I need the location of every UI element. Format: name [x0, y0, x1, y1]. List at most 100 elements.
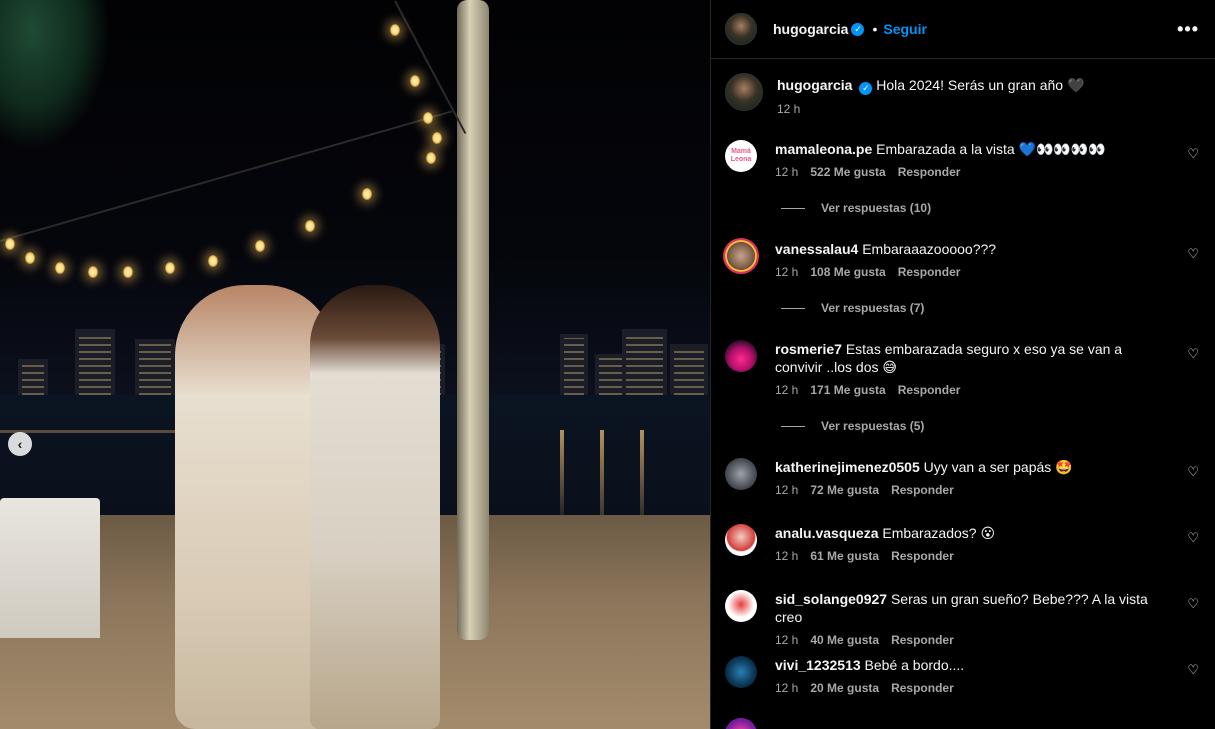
reply-button[interactable]: Responder	[891, 633, 954, 647]
avatar[interactable]	[725, 458, 757, 490]
comment-text: Embaraaazooooo???	[862, 241, 997, 257]
string-bulb	[305, 220, 315, 232]
comment-likes[interactable]: 522 Me gusta	[810, 165, 885, 179]
comment-likes[interactable]: 171 Me gusta	[810, 383, 885, 397]
comment-item: rosmerie7 Estas embarazada seguro x eso …	[725, 340, 1199, 397]
comment-likes[interactable]: 108 Me gusta	[810, 265, 885, 279]
string-bulb	[208, 255, 218, 267]
avatar[interactable]	[725, 656, 757, 688]
view-replies-label: Ver respuestas (5)	[821, 419, 925, 433]
comment-text: Uyy van a ser papás 🤩	[923, 459, 1073, 475]
replies-divider	[781, 207, 805, 209]
string-bulb	[362, 188, 372, 200]
string-bulb	[390, 24, 400, 36]
heart-icon[interactable]: ♡	[1187, 464, 1199, 480]
comment-item: vivi_1232513 Bebé a bordo.... 12 h 20 Me…	[725, 656, 1199, 695]
author-username[interactable]: hugogarcia	[773, 21, 848, 37]
palm-trunk-lights	[457, 0, 489, 640]
view-replies-button[interactable]: Ver respuestas (5)	[781, 419, 924, 433]
string-bulb	[165, 262, 175, 274]
comment-likes[interactable]: 40 Me gusta	[810, 633, 879, 647]
heart-icon[interactable]: ♡	[1187, 596, 1199, 612]
comment-username[interactable]: analu.vasqueza	[775, 525, 879, 541]
comment-username[interactable]: sid_solange0927	[775, 591, 887, 607]
palm-leaves	[0, 0, 110, 150]
avatar[interactable]	[725, 13, 757, 45]
post-caption: hugogarcia ✓ Hola 2024! Serás un gran añ…	[725, 73, 1199, 116]
post-photo[interactable]: ‹	[0, 0, 710, 729]
comments-panel: hugogarcia ✓ • Seguir ••• hugogarcia ✓ H…	[710, 0, 1215, 729]
replies-divider	[781, 425, 805, 427]
string-bulb	[25, 252, 35, 264]
avatar[interactable]	[725, 73, 763, 111]
verified-badge-icon: ✓	[859, 81, 873, 95]
reply-button[interactable]: Responder	[891, 681, 954, 695]
heart-icon[interactable]: ♡	[1187, 662, 1199, 678]
string-bulb	[55, 262, 65, 274]
view-replies-button[interactable]: Ver respuestas (7)	[781, 301, 924, 315]
reply-button[interactable]: Responder	[891, 549, 954, 563]
comment-likes[interactable]: 61 Me gusta	[810, 549, 879, 563]
avatar[interactable]	[725, 524, 757, 556]
replies-divider	[781, 307, 805, 309]
avatar[interactable]	[725, 340, 757, 372]
caption-username[interactable]: hugogarcia	[777, 77, 852, 93]
comment-likes[interactable]: 20 Me gusta	[810, 681, 879, 695]
caption-time: 12 h	[777, 101, 801, 116]
string-bulb	[426, 152, 436, 164]
city-building	[560, 334, 588, 404]
view-replies-label: Ver respuestas (7)	[821, 301, 925, 315]
comment-time: 12 h	[775, 633, 799, 647]
view-replies-button[interactable]: Ver respuestas (10)	[781, 201, 931, 215]
comment-text: Embarazados? 😮	[882, 525, 996, 541]
carousel-prev-button[interactable]: ‹	[8, 432, 32, 456]
avatar[interactable]	[725, 718, 757, 729]
comment-username[interactable]: rosmerie7	[775, 341, 842, 357]
comment-time: 12 h	[775, 549, 799, 563]
reply-button[interactable]: Responder	[898, 265, 961, 279]
comment-item: sid_solange0927 Seras un gran sueño? Beb…	[725, 590, 1199, 647]
verified-badge-icon: ✓	[851, 22, 865, 36]
view-replies-label: Ver respuestas (10)	[821, 201, 932, 215]
comment-time: 12 h	[775, 265, 799, 279]
comment-likes[interactable]: 72 Me gusta	[810, 483, 879, 497]
comment-item: analu.vasqueza Embarazados? 😮 12 h 61 Me…	[725, 524, 1199, 563]
comment-username[interactable]: mamaleona.pe	[775, 141, 872, 157]
avatar[interactable]	[725, 590, 757, 622]
string-bulb	[410, 75, 420, 87]
reply-button[interactable]: Responder	[898, 383, 961, 397]
avatar[interactable]	[723, 238, 759, 274]
comment-time: 12 h	[775, 483, 799, 497]
reply-button[interactable]: Responder	[891, 483, 954, 497]
caption-text: Hola 2024! Serás un gran año 🖤	[876, 77, 1085, 93]
string-bulb	[123, 266, 133, 278]
comment-time: 12 h	[775, 165, 799, 179]
comment-item: Mamá Leona mamaleona.pe Embarazada a la …	[725, 140, 1199, 179]
reply-button[interactable]: Responder	[898, 165, 961, 179]
heart-icon[interactable]: ♡	[1187, 146, 1199, 162]
city-building	[622, 329, 667, 404]
string-bulb	[432, 132, 442, 144]
separator-dot: •	[872, 21, 878, 37]
comment-username[interactable]: vanessalau4	[775, 241, 858, 257]
comment-item: vanessalau4 Embaraaazooooo??? 12 h 108 M…	[723, 238, 1199, 279]
chevron-left-icon: ‹	[17, 436, 23, 452]
follow-button[interactable]: Seguir	[883, 21, 927, 37]
more-options-icon[interactable]: •••	[1177, 19, 1199, 40]
man-white-shirt	[310, 285, 440, 729]
comment-username[interactable]: vivi_1232513	[775, 657, 861, 673]
post-header: hugogarcia ✓ • Seguir •••	[711, 0, 1215, 59]
string-bulb	[5, 238, 15, 250]
heart-icon[interactable]: ♡	[1187, 246, 1199, 262]
comment-item: katherinejimenez0505 Uyy van a ser papás…	[725, 458, 1199, 497]
heart-icon[interactable]: ♡	[1187, 346, 1199, 362]
heart-icon[interactable]: ♡	[1187, 530, 1199, 546]
comment-username[interactable]: katherinejimenez0505	[775, 459, 920, 475]
string-bulb	[423, 112, 433, 124]
comment-text: Bebé a bordo....	[864, 657, 965, 673]
comment-time: 12 h	[775, 383, 799, 397]
string-bulb	[255, 240, 265, 252]
string-bulb	[88, 266, 98, 278]
avatar[interactable]: Mamá Leona	[725, 140, 757, 172]
comment-time: 12 h	[775, 681, 799, 695]
